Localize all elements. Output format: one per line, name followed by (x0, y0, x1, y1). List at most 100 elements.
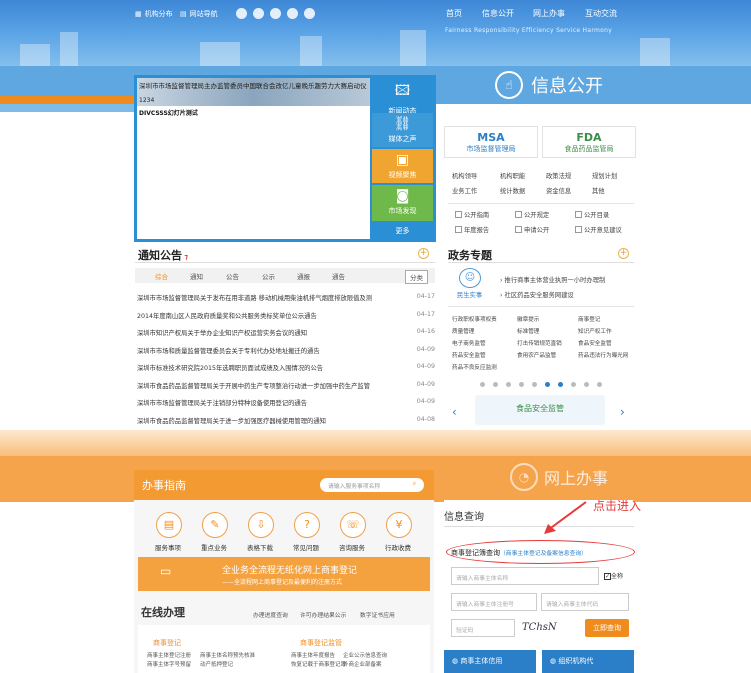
service-label[interactable]: 行政收费 (385, 542, 411, 552)
topic-grid-item[interactable]: 知识产权工作 (578, 327, 612, 335)
tab-bulletin[interactable]: 通报 (297, 271, 310, 281)
topic-grid-item[interactable]: 徽章提示 (517, 315, 539, 323)
form-download-icon[interactable]: ⇩ (248, 512, 274, 538)
service-label[interactable]: 服务事项 (155, 542, 181, 552)
gk-link[interactable]: 规划计划 (592, 171, 617, 180)
credit-info-tile[interactable]: ◍ 商事主体信用 (444, 650, 536, 673)
topic-grid-item[interactable]: 药品安全监管 (452, 351, 486, 359)
query-button[interactable]: 立即查询 (585, 619, 629, 637)
list-item[interactable]: 深圳市食品药品监督管理局关于进一步加强医疗器械使用管理的通知 04-08 (137, 416, 435, 425)
pager-dot[interactable] (532, 382, 537, 387)
full-name-checkbox[interactable]: ✓全称 (604, 571, 623, 580)
company-code-input[interactable]: 请输入商事主体代码 (541, 593, 629, 611)
tile-video[interactable]: ▣ 视频聚焦 (372, 149, 433, 183)
consult-icon[interactable]: ☏ (340, 512, 366, 538)
service-label[interactable]: 常见问题 (293, 542, 319, 552)
card-line[interactable]: 商事主体名称预先核准 (200, 651, 255, 659)
pager-dot[interactable] (519, 382, 524, 387)
pager-dot[interactable] (493, 382, 498, 387)
gk-link[interactable]: 机构职能 (500, 171, 525, 180)
food-safety-banner[interactable]: 食品安全监管 (475, 395, 605, 425)
service-search-input[interactable]: 请输入服务事项名称 ⌕ (320, 478, 424, 492)
fda-logo-link[interactable]: FDA 食品药品监管局 (542, 126, 636, 158)
pager-dot[interactable] (584, 382, 589, 387)
category-button[interactable]: 分类 (405, 270, 428, 284)
chevron-right-icon[interactable]: › (620, 405, 625, 419)
topic-grid-item[interactable]: 质量管理 (452, 327, 474, 335)
gk-link[interactable]: 业务工作 (452, 186, 477, 195)
captcha-input[interactable]: 验证码 (451, 619, 515, 637)
card-line[interactable]: 商事主体年度报告 (291, 651, 335, 659)
gk-report-link[interactable]: 年度报告 (455, 225, 489, 234)
tab-publicity[interactable]: 公示 (262, 271, 275, 281)
msa-logo-link[interactable]: MSA 市场监督管理局 (444, 126, 538, 158)
topic-grid-item[interactable]: 电子商务监管 (452, 339, 486, 347)
company-name-input[interactable]: 请输入商事主体名称 (451, 567, 599, 585)
rss-icon[interactable] (304, 8, 315, 19)
site-nav-link[interactable]: ▤ 网站导航 (180, 9, 218, 19)
list-item[interactable]: 深圳市市场监督管理局关于注销部分特种设备使用登记的通告 04-09 (137, 398, 435, 407)
service-label[interactable]: 重点业务 (201, 542, 227, 552)
gk-link[interactable]: 统计数据 (500, 186, 525, 195)
card-line[interactable]: 外商企业部备案 (343, 660, 382, 668)
card-line[interactable]: 商事主体字号预留 (147, 660, 191, 668)
gk-link[interactable]: 资金信息 (546, 186, 571, 195)
gk-feedback-link[interactable]: 公开意见建议 (575, 225, 622, 234)
topic-grid-item[interactable]: 食用农产品监管 (517, 351, 556, 359)
email-icon[interactable] (287, 8, 298, 19)
gk-rules-link[interactable]: 公开规定 (515, 210, 549, 219)
org-distribution-link[interactable]: ▦ 机构分布 (135, 9, 173, 19)
weibo-icon[interactable] (253, 8, 264, 19)
topic-link[interactable]: › 社区药品安全服务网建设 (500, 290, 574, 299)
list-item[interactable]: 深圳市市场监督管理局关于发布在用非道路 移动机械用柴油机排气烟度排放限值及测 04… (137, 293, 435, 302)
gk-link[interactable]: 政策法规 (546, 171, 571, 180)
carousel-caption[interactable]: 深圳市市场监督管理局主办监管委员中国联合会改亿儿童晚乐趣劳力大赛启动仪式 (139, 80, 367, 90)
notices-more-icon[interactable]: + (418, 248, 429, 259)
tab-general[interactable]: 综合 (155, 271, 168, 281)
card-title[interactable]: 商事登记监管 (300, 638, 342, 648)
registry-query-link[interactable]: 商事登记簿查询（商事主体登记及备案信息查询） (451, 548, 587, 558)
topic-grid-item[interactable]: 药品违法行为曝光网 (578, 351, 628, 359)
service-label[interactable]: 表格下载 (247, 542, 273, 552)
list-item[interactable]: 2014年度南山区人民政府质量奖和公共服务类标奖单位公示通告 04-17 (137, 311, 435, 320)
fees-icon[interactable]: ¥ (386, 512, 412, 538)
online-link[interactable]: 许可办理结果公示 (300, 610, 346, 619)
pager-dot[interactable] (480, 382, 485, 387)
topics-more-icon[interactable]: + (618, 248, 629, 259)
chevron-left-icon[interactable]: ‹ (452, 405, 457, 419)
card-title[interactable]: 商事登记 (153, 638, 181, 648)
gk-guide-link[interactable]: 公开指南 (455, 210, 489, 219)
wechat-icon[interactable] (270, 8, 281, 19)
online-link[interactable]: 办理进度查询 (253, 610, 288, 619)
card-line[interactable]: 商事主体登记注册 (147, 651, 191, 659)
topic-grid-item[interactable]: 打击传销规范直销 (517, 339, 562, 347)
pager-dot[interactable] (597, 382, 602, 387)
topic-grid-item[interactable]: 食品安全监管 (578, 339, 612, 347)
gk-apply-link[interactable]: 申请公开 (515, 225, 549, 234)
list-item[interactable]: 深圳市知识产权局关于举办企业知识产权运营实务会议的通知 04-16 (137, 328, 435, 337)
pager-dot-active[interactable] (558, 382, 563, 387)
mobile-icon[interactable] (236, 8, 247, 19)
topic-grid-item[interactable]: 标准管理 (517, 327, 539, 335)
gk-link[interactable]: 机构领导 (452, 171, 477, 180)
tile-more[interactable]: 更多 (372, 224, 433, 239)
tile-news[interactable]: 🖾 新闻动态 (372, 77, 433, 115)
tab-notice[interactable]: 通知 (190, 271, 203, 281)
pager-dot[interactable] (506, 382, 511, 387)
nav-interaction[interactable]: 互动交流 (585, 8, 617, 19)
gk-link[interactable]: 其他 (592, 186, 605, 195)
captcha-image[interactable]: TChsN (522, 622, 557, 633)
key-business-icon[interactable]: ✎ (202, 512, 228, 538)
gk-catalog-link[interactable]: 公开目录 (575, 210, 609, 219)
tab-announcement[interactable]: 公告 (226, 271, 239, 281)
tab-circular[interactable]: 通告 (332, 271, 345, 281)
nav-online-services[interactable]: 网上办事 (533, 8, 565, 19)
search-icon[interactable]: ⌕ (413, 481, 416, 488)
list-item[interactable]: 深圳市市场和质量监督管理委员会关于专利代办处地址搬迁的通告 04-09 (137, 346, 435, 355)
tile-media[interactable]: ⛓ 媒体之声 (372, 113, 433, 147)
list-item[interactable]: 深圳市食品药品监督管理局关于开展中药生产专项整治行动进一步加强中药生产监管 04-… (137, 381, 435, 390)
org-code-tile[interactable]: ◍ 组织机构代 (542, 650, 634, 673)
topic-link[interactable]: › 推行商事主体营业执照一小时办理制 (500, 275, 605, 284)
faq-icon[interactable]: ? (294, 512, 320, 538)
nav-info-public[interactable]: 信息公开 (482, 8, 514, 19)
